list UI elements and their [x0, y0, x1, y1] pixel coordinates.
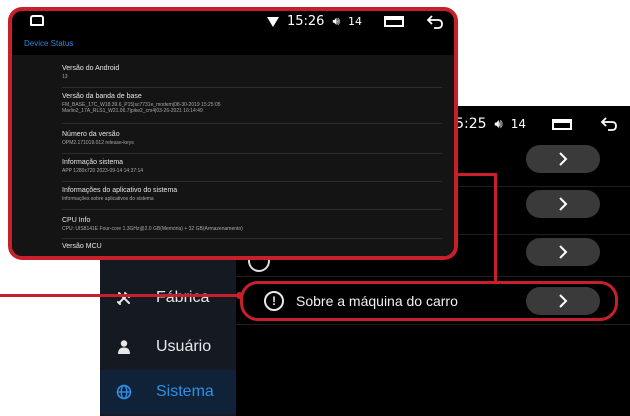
volume-level: 14 [510, 117, 526, 131]
sidebar-item-label: Fábrica [156, 289, 210, 306]
section-title: Device Status [24, 39, 74, 48]
divider [62, 209, 442, 210]
chevron-right-icon [559, 197, 568, 211]
divider [62, 238, 442, 239]
globe-icon [116, 384, 132, 400]
status-item-build[interactable]: Número da versão OPM2.171019.012 release… [62, 131, 442, 146]
divider [236, 324, 630, 325]
item-title: CPU Info [62, 217, 91, 224]
divider [62, 181, 442, 182]
wifi-icon [266, 16, 279, 27]
row-arrow-button[interactable] [526, 145, 600, 173]
user-icon [116, 339, 132, 355]
callout-line [494, 173, 497, 283]
item-title: Versão da banda de base [62, 93, 142, 100]
home-icon[interactable] [30, 15, 44, 26]
item-value: CPU: UIS8141E Four-core 1.3GHz@2.0 GB(Me… [62, 226, 243, 232]
device-status-zoom: 15:26 🔊︎ 14 Device Status Versão do Andr… [8, 7, 458, 260]
status-item-cpu[interactable]: CPU Info CPU: UIS8141E Four-core 1.3GHz@… [62, 217, 442, 232]
device-status-list: Versão do Android 13 Versão da banda de … [12, 55, 454, 256]
divider [62, 87, 442, 88]
divider [236, 276, 630, 277]
item-value: OPM2.171019.012 release-keys [62, 140, 134, 146]
item-title: Informação sistema [62, 159, 124, 166]
clock: 15:26 [286, 14, 325, 29]
highlight-box [240, 281, 618, 321]
item-title: Versão do Android [62, 65, 120, 72]
sidebar-item-fabrica[interactable]: Fábrica [100, 276, 236, 320]
chevron-right-icon [559, 152, 568, 166]
row-arrow-button[interactable] [526, 190, 600, 218]
callout-dot [236, 292, 243, 299]
chevron-right-icon [559, 245, 568, 259]
status-item-system[interactable]: Informação sistema APP 1280x720 2023-09-… [62, 159, 442, 174]
item-title: Número da versão [62, 131, 120, 138]
volume-icon: 🔊︎ [332, 14, 340, 28]
status-bar: 15:26 🔊︎ 14 [12, 11, 454, 33]
sidebar-item-usuario[interactable]: Usuário [100, 325, 236, 369]
item-value: Marlin2_17A_RLS1_W21.06.7|pike2_cm4|03-2… [62, 108, 203, 114]
row-arrow-button[interactable] [526, 238, 600, 266]
status-item-app-info[interactable]: Informações do aplicativo do sistema Inf… [62, 187, 442, 202]
item-title: Versão MCU [62, 243, 102, 250]
status-item-android[interactable]: Versão do Android 13 [62, 65, 442, 80]
back-icon[interactable] [600, 117, 618, 131]
item-value: APP 1280x720 2023-09-14 14:37:14 [62, 168, 144, 174]
divider [62, 123, 442, 124]
sidebar-item-sistema[interactable]: Sistema [100, 370, 236, 414]
wrench-icon [116, 290, 132, 306]
item-title: Informações do aplicativo do sistema [62, 187, 178, 194]
sidebar-item-label: Usuário [156, 338, 212, 355]
status-item-mcu[interactable]: Versão MCU [62, 243, 442, 252]
item-value: 13 [62, 74, 68, 80]
sidebar-item-label: Sistema [156, 383, 214, 400]
recent-apps-icon[interactable] [384, 16, 404, 27]
callout-line [0, 294, 242, 297]
item-value: Informações sobre aplicativos do sistema [62, 196, 154, 202]
volume-level: 14 [348, 15, 362, 28]
back-icon[interactable] [426, 14, 444, 29]
divider [62, 153, 442, 154]
recent-apps-icon[interactable] [552, 118, 572, 130]
status-item-baseband[interactable]: Versão da banda de base FM_BASE_17C_W18.… [62, 93, 442, 114]
volume-icon: 🔊︎ [494, 116, 503, 132]
